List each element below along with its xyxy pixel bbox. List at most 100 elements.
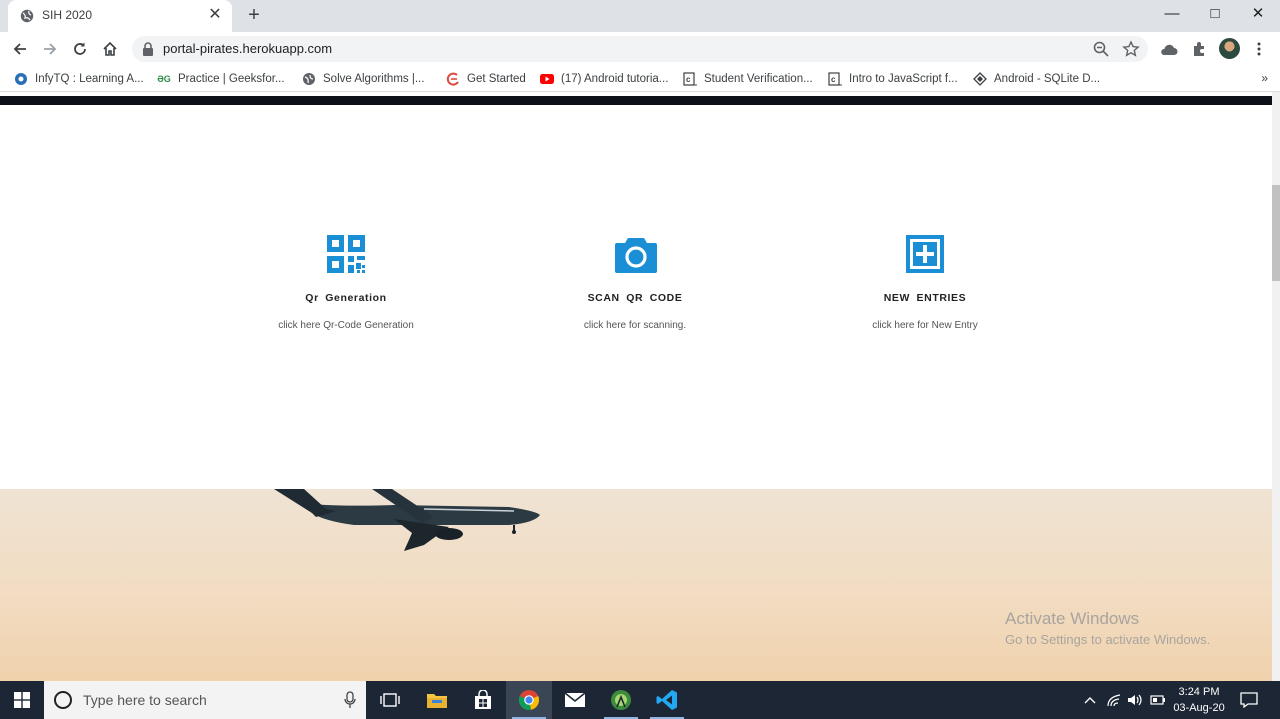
minimize-button[interactable]: — [1150, 0, 1194, 30]
scrollbar-thumb[interactable] [1272, 185, 1280, 281]
infytq-icon [14, 72, 28, 86]
feature-scan-qr: SCAN QR CODE click here for scanning. [510, 232, 760, 331]
zoom-icon[interactable] [1092, 40, 1110, 58]
feature-link[interactable]: click here for scanning. [510, 320, 760, 331]
profile-avatar[interactable] [1219, 38, 1240, 59]
header-image-bottom-edge [0, 96, 1272, 105]
store-bag-icon [475, 690, 491, 709]
browser-toolbar: portal-pirates.herokuapp.com [0, 32, 1280, 66]
microsoft-store-button[interactable] [460, 681, 506, 719]
bookmark-label: InfyTQ : Learning A... [35, 73, 144, 85]
new-tab-button[interactable]: + [244, 5, 264, 25]
puzzle-icon [1194, 42, 1204, 56]
folder-icon [427, 694, 447, 708]
bookmarks-bar: InfyTQ : Learning A... ƏG Practice | Gee… [0, 66, 1280, 92]
android-studio-icon [611, 690, 631, 710]
hackerrank-icon [302, 72, 316, 86]
feature-title: Qr Generation [305, 292, 387, 304]
drive-extension-button[interactable] [1157, 37, 1181, 61]
volume-tray-button[interactable] [1125, 681, 1145, 719]
bookmark-infytq[interactable]: InfyTQ : Learning A... [14, 70, 144, 88]
task-view-button[interactable] [367, 681, 413, 719]
watermark-title: Activate Windows [1005, 609, 1140, 628]
bookmark-geeksforgeeks[interactable]: ƏG Practice | Geeksfor... [157, 70, 285, 88]
bookmark-label: Get Started [467, 73, 526, 85]
maximize-button[interactable]: □ [1193, 0, 1237, 30]
mail-button[interactable] [552, 681, 598, 719]
bookmark-get-started[interactable]: Get Started [446, 70, 526, 88]
android-sqlite-icon [973, 72, 987, 86]
youtube-icon [540, 72, 554, 86]
bookmarks-overflow-button[interactable]: » [1261, 71, 1268, 85]
feature-qr-generation: Qr Generation click here Qr-Code Generat… [221, 232, 471, 331]
airplane-image [274, 489, 540, 551]
bookmark-label: (17) Android tutoria... [561, 73, 669, 85]
bookmark-star-icon[interactable] [1122, 40, 1140, 58]
file-explorer-button[interactable] [414, 681, 460, 719]
globe-icon [20, 9, 34, 23]
bookmark-label: Intro to JavaScript f... [849, 73, 958, 85]
camera-icon[interactable] [613, 232, 657, 276]
bookmark-label: Student Verification... [704, 73, 813, 85]
kebab-menu-icon [1257, 42, 1261, 56]
reload-button[interactable] [68, 37, 92, 61]
show-hidden-icons-button[interactable] [1080, 681, 1100, 719]
bookmark-label: Solve Algorithms |... [323, 73, 425, 85]
extensions-button[interactable] [1187, 37, 1211, 61]
doc-c-icon: c [828, 72, 842, 86]
bookmark-label: Android - SQLite D... [994, 73, 1101, 85]
clock-date: 03-Aug-20 [1173, 702, 1225, 714]
bookmark-student-verification[interactable]: c Student Verification... [683, 70, 813, 88]
task-view-icon [380, 693, 400, 707]
get-started-icon [446, 72, 460, 86]
feature-title: SCAN QR CODE [587, 292, 683, 304]
windows-taskbar: Type here to search 3:24 PM 03-Aug-20 [0, 681, 1280, 719]
tab-sih-2020[interactable]: SIH 2020 ✕ [8, 0, 232, 32]
doc-c-icon: c [683, 72, 697, 86]
page-viewport: Qr Generation click here Qr-Code Generat… [0, 92, 1272, 681]
svg-text:c: c [831, 75, 836, 84]
chrome-icon [518, 690, 540, 711]
close-window-button[interactable]: ✕ [1236, 0, 1280, 30]
wifi-icon [1107, 694, 1121, 707]
android-studio-button[interactable] [598, 681, 644, 719]
chrome-menu-button[interactable] [1247, 37, 1271, 61]
action-center-button[interactable] [1238, 681, 1260, 719]
back-button[interactable] [8, 37, 32, 61]
taskbar-clock[interactable]: 3:24 PM 03-Aug-20 [1168, 684, 1230, 716]
home-button[interactable] [98, 37, 122, 61]
bookmark-intro-javascript[interactable]: c Intro to JavaScript f... [828, 70, 958, 88]
home-icon [103, 41, 117, 56]
chrome-taskbar-button[interactable] [506, 681, 552, 719]
svg-text:c: c [686, 75, 691, 84]
speaker-icon [1128, 694, 1142, 706]
microphone-icon[interactable] [344, 691, 356, 709]
forward-button[interactable] [38, 37, 62, 61]
start-button[interactable] [0, 681, 44, 719]
vscode-button[interactable] [644, 681, 690, 719]
taskbar-search[interactable]: Type here to search [44, 681, 366, 719]
mail-icon [564, 692, 586, 707]
notification-icon [1240, 692, 1258, 708]
chevron-up-icon [1084, 697, 1096, 704]
vscode-icon [656, 690, 677, 710]
tab-close-icon[interactable]: ✕ [206, 6, 224, 24]
cloud-icon [1161, 44, 1178, 55]
bookmark-android-sqlite[interactable]: Android - SQLite D... [973, 70, 1100, 88]
search-placeholder: Type here to search [83, 692, 207, 708]
feature-link[interactable]: click here Qr-Code Generation [221, 320, 471, 331]
bookmark-label: Practice | Geeksfor... [178, 73, 285, 85]
feature-new-entries: NEW ENTRIES click here for New Entry [800, 232, 1050, 331]
network-tray-button[interactable] [1104, 681, 1124, 719]
plus-square-icon[interactable] [903, 232, 947, 276]
arrow-left-icon [13, 43, 26, 55]
feature-link[interactable]: click here for New Entry [800, 320, 1050, 331]
features-section: Qr Generation click here Qr-Code Generat… [0, 232, 1272, 352]
bookmark-hackerrank[interactable]: Solve Algorithms |... [302, 70, 424, 88]
battery-tray-button[interactable] [1148, 681, 1168, 719]
qr-code-icon[interactable] [324, 232, 368, 276]
bookmark-android-tutorial[interactable]: (17) Android tutoria... [540, 70, 668, 88]
page-scrollbar[interactable] [1272, 92, 1280, 681]
watermark-subtitle: Go to Settings to activate Windows. [1005, 632, 1211, 647]
address-bar[interactable]: portal-pirates.herokuapp.com [132, 36, 1148, 62]
